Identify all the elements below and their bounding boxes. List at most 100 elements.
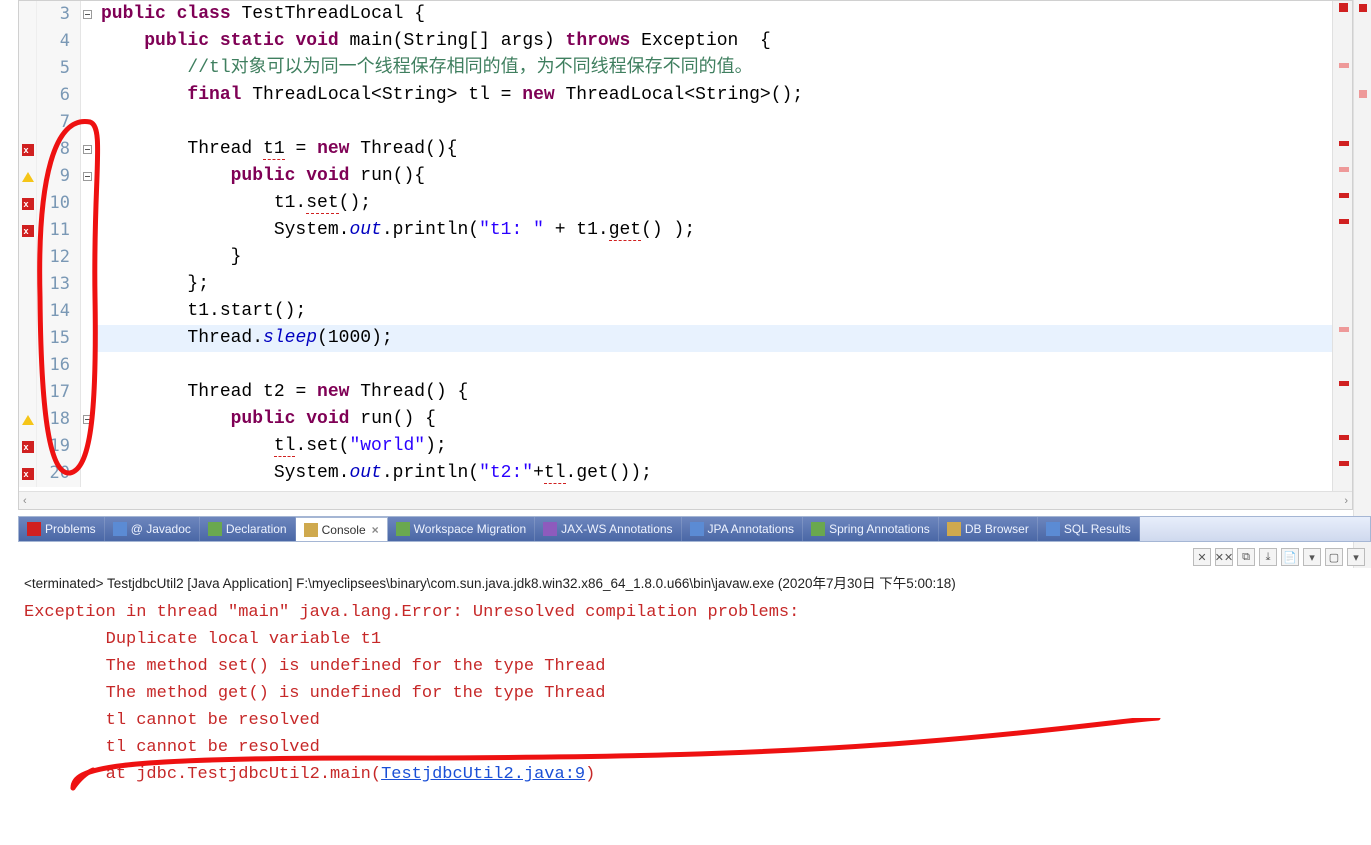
code-text[interactable]: public void run() { xyxy=(95,406,1352,433)
code-line[interactable]: 7 xyxy=(19,109,1352,136)
tab-javadoc[interactable]: @ Javadoc xyxy=(105,517,200,541)
fold-gutter[interactable] xyxy=(81,1,95,28)
fold-gutter[interactable] xyxy=(81,244,95,271)
code-line[interactable]: 15 Thread.sleep(1000); xyxy=(19,325,1352,352)
fold-gutter[interactable] xyxy=(81,460,95,487)
console-toolbar-button-3[interactable]: ⤓ xyxy=(1259,548,1277,566)
fold-gutter[interactable] xyxy=(81,271,95,298)
code-text[interactable]: System.out.println("t1: " + t1.get() ); xyxy=(95,217,1352,244)
scroll-right-arrow[interactable]: › xyxy=(1344,495,1348,507)
code-text[interactable]: //tl对象可以为同一个线程保存相同的值，为不同线程保存不同的值。 xyxy=(95,55,1352,82)
tab-sqlres[interactable]: SQL Results xyxy=(1038,517,1140,541)
fold-toggle-icon[interactable] xyxy=(83,415,92,424)
fold-gutter[interactable] xyxy=(81,82,95,109)
fold-gutter[interactable] xyxy=(81,352,95,379)
javadoc-icon xyxy=(113,522,127,536)
gutter-marker xyxy=(19,55,37,82)
code-line[interactable]: 18 public void run() { xyxy=(19,406,1352,433)
console-toolbar-button-1[interactable]: ✕✕ xyxy=(1215,548,1233,566)
code-line[interactable]: 17 Thread t2 = new Thread() { xyxy=(19,379,1352,406)
code-text[interactable]: public class TestThreadLocal { xyxy=(95,1,1352,28)
code-text[interactable]: } xyxy=(95,244,1352,271)
fold-gutter[interactable] xyxy=(81,406,95,433)
gutter-marker xyxy=(19,271,37,298)
fold-gutter[interactable] xyxy=(81,109,95,136)
error-icon xyxy=(22,144,34,156)
console-stacktrace-line: at jdbc.TestjdbcUtil2.main(TestjdbcUtil2… xyxy=(18,761,1371,788)
fold-gutter[interactable] xyxy=(81,163,95,190)
code-line[interactable]: 8 Thread t1 = new Thread(){ xyxy=(19,136,1352,163)
code-text[interactable]: System.out.println("t2:"+tl.get()); xyxy=(95,460,1352,487)
console-toolbar-button-7[interactable]: ▾ xyxy=(1347,548,1365,566)
code-text[interactable]: tl.set("world"); xyxy=(95,433,1352,460)
code-text[interactable]: t1.set(); xyxy=(95,190,1352,217)
fold-toggle-icon[interactable] xyxy=(83,172,92,181)
code-text[interactable]: final ThreadLocal<String> tl = new Threa… xyxy=(95,82,1352,109)
fold-gutter[interactable] xyxy=(81,325,95,352)
code-text[interactable]: public void run(){ xyxy=(95,163,1352,190)
code-editor[interactable]: 3 public class TestThreadLocal {4 public … xyxy=(18,0,1353,510)
tab-console[interactable]: Console× xyxy=(296,517,388,541)
fold-gutter[interactable] xyxy=(81,28,95,55)
overview-ruler[interactable] xyxy=(1332,1,1352,491)
line-number: 19 xyxy=(37,433,81,460)
code-line[interactable]: 16 xyxy=(19,352,1352,379)
fold-gutter[interactable] xyxy=(81,190,95,217)
code-text[interactable]: public static void main(String[] args) t… xyxy=(95,28,1352,55)
code-line[interactable]: 4 public static void main(String[] args)… xyxy=(19,28,1352,55)
console-line: tl cannot be resolved xyxy=(18,707,1371,734)
console-view[interactable]: <terminated> TestjdbcUtil2 [Java Applica… xyxy=(18,568,1371,845)
console-toolbar-button-5[interactable]: ▾ xyxy=(1303,548,1321,566)
fold-gutter[interactable] xyxy=(81,298,95,325)
fold-gutter[interactable] xyxy=(81,379,95,406)
console-line: The method get() is undefined for the ty… xyxy=(18,680,1371,707)
code-line[interactable]: 20 System.out.println("t2:"+tl.get()); xyxy=(19,460,1352,487)
code-line[interactable]: 11 System.out.println("t1: " + t1.get() … xyxy=(19,217,1352,244)
tab-label: JAX-WS Annotations xyxy=(561,522,672,536)
warning-icon xyxy=(22,172,34,182)
code-text[interactable]: t1.start(); xyxy=(95,298,1352,325)
fold-gutter[interactable] xyxy=(81,433,95,460)
tab-label: @ Javadoc xyxy=(131,522,191,536)
ruler-mark xyxy=(1339,193,1349,198)
tab-spring[interactable]: Spring Annotations xyxy=(803,517,939,541)
code-text[interactable] xyxy=(95,352,1352,379)
fold-toggle-icon[interactable] xyxy=(83,10,92,19)
code-line[interactable]: 12 } xyxy=(19,244,1352,271)
tab-jpa[interactable]: JPA Annotations xyxy=(682,517,804,541)
line-number: 17 xyxy=(37,379,81,406)
code-text[interactable]: }; xyxy=(95,271,1352,298)
tab-wsmig[interactable]: Workspace Migration xyxy=(388,517,536,541)
bottom-tab-strip[interactable]: Problems @ Javadoc DeclarationConsole×Work… xyxy=(18,516,1371,542)
fold-gutter[interactable] xyxy=(81,55,95,82)
code-text[interactable]: Thread t2 = new Thread() { xyxy=(95,379,1352,406)
console-toolbar-button-4[interactable]: 📄 xyxy=(1281,548,1299,566)
tab-dbbrowser[interactable]: DB Browser xyxy=(939,517,1038,541)
code-line[interactable]: 19 tl.set("world"); xyxy=(19,433,1352,460)
console-toolbar-button-0[interactable]: ✕ xyxy=(1193,548,1211,566)
code-text[interactable] xyxy=(95,109,1352,136)
fold-gutter[interactable] xyxy=(81,136,95,163)
fold-gutter[interactable] xyxy=(81,217,95,244)
tab-problems[interactable]: Problems xyxy=(19,517,105,541)
tab-jaxws[interactable]: JAX-WS Annotations xyxy=(535,517,681,541)
code-line[interactable]: 14 t1.start(); xyxy=(19,298,1352,325)
code-line[interactable]: 13 }; xyxy=(19,271,1352,298)
line-number: 3 xyxy=(37,1,81,28)
console-toolbar-button-2[interactable]: ⧉ xyxy=(1237,548,1255,566)
code-line[interactable]: 3 public class TestThreadLocal { xyxy=(19,1,1352,28)
code-line[interactable]: 6 final ThreadLocal<String> tl = new Thr… xyxy=(19,82,1352,109)
console-toolbar-button-6[interactable]: ▢ xyxy=(1325,548,1343,566)
code-text[interactable]: Thread.sleep(1000); xyxy=(95,325,1352,352)
scroll-left-arrow[interactable]: ‹ xyxy=(23,495,27,507)
editor-horizontal-scrollbar[interactable]: ‹ › xyxy=(19,491,1352,509)
tab-close-icon[interactable]: × xyxy=(372,523,379,537)
tab-declaration[interactable]: Declaration xyxy=(200,517,296,541)
fold-toggle-icon[interactable] xyxy=(83,145,92,154)
stacktrace-source-link[interactable]: TestjdbcUtil2.java:9 xyxy=(381,765,585,784)
line-number: 9 xyxy=(37,163,81,190)
code-line[interactable]: 10 t1.set(); xyxy=(19,190,1352,217)
code-line[interactable]: 5 //tl对象可以为同一个线程保存相同的值，为不同线程保存不同的值。 xyxy=(19,55,1352,82)
code-text[interactable]: Thread t1 = new Thread(){ xyxy=(95,136,1352,163)
code-line[interactable]: 9 public void run(){ xyxy=(19,163,1352,190)
